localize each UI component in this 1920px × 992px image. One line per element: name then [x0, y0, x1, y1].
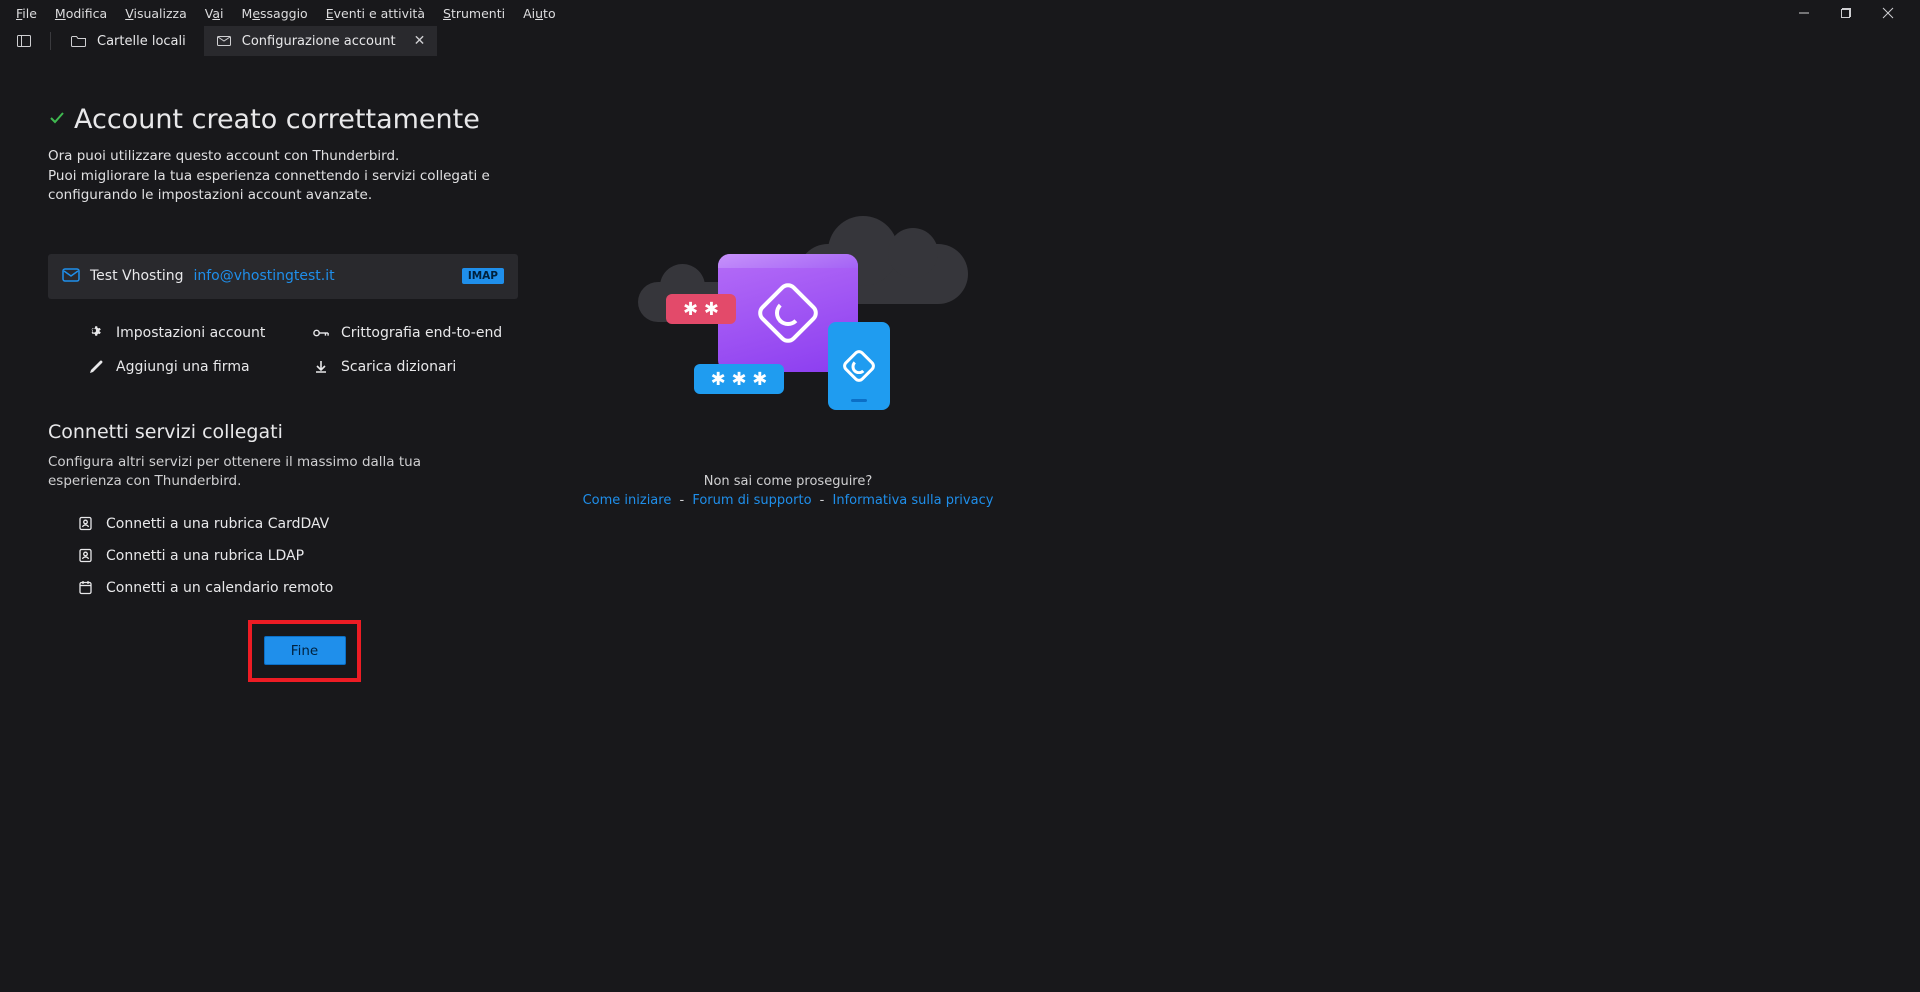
highlight-box: Fine — [248, 620, 361, 682]
menu-tools[interactable]: Strumenti — [435, 3, 513, 24]
close-tab-icon[interactable]: ✕ — [414, 33, 426, 49]
menu-events[interactable]: Eventi e attività — [318, 3, 433, 24]
minimize-button[interactable] — [1794, 3, 1814, 23]
action-label: Crittografia end-to-end — [341, 325, 502, 341]
action-grid: Impostazioni account Crittografia end-to… — [48, 311, 518, 375]
content-area: Account creato correttamente Ora puoi ut… — [0, 56, 1920, 992]
address-book-icon — [78, 548, 94, 564]
menu-edit[interactable]: Modifica — [47, 3, 115, 24]
service-label: Connetti a una rubrica CardDAV — [106, 516, 329, 532]
folder-icon — [71, 33, 87, 49]
tab-strip: Cartelle locali Configurazione account ✕ — [0, 26, 1920, 56]
menu-bar: File Modifica Visualizza Vai Messaggio E… — [0, 0, 1920, 26]
gear-icon — [88, 325, 104, 341]
calendar-icon — [78, 580, 94, 596]
close-window-button[interactable] — [1878, 3, 1898, 23]
connect-carddav[interactable]: Connetti a una rubrica CardDAV — [78, 516, 518, 532]
service-label: Connetti a una rubrica LDAP — [106, 548, 304, 564]
address-book-icon — [78, 516, 94, 532]
services-list: Connetti a una rubrica CardDAV Connetti … — [48, 516, 518, 596]
tab-label: Configurazione account — [242, 34, 396, 49]
right-column: ✱ ✱ ✱ ✱ ✱ Non sai come proseguire? Come … — [578, 104, 998, 992]
getting-started-link[interactable]: Come iniziare — [583, 493, 672, 508]
mail-icon — [62, 267, 80, 286]
service-label: Connetti a un calendario remoto — [106, 580, 333, 596]
help-links: Come iniziare - Forum di supporto - Info… — [579, 493, 998, 508]
tab-local-folders[interactable]: Cartelle locali — [59, 26, 198, 56]
action-label: Aggiungi una firma — [116, 359, 250, 375]
window-controls — [1794, 3, 1912, 23]
connect-calendar[interactable]: Connetti a un calendario remoto — [78, 580, 518, 596]
menu-go[interactable]: Vai — [197, 3, 232, 24]
page-title: Account creato correttamente — [74, 104, 480, 135]
left-column: Account creato correttamente Ora puoi ut… — [48, 104, 518, 992]
account-card: Test Vhosting info@vhostingtest.it IMAP — [48, 254, 518, 299]
support-forum-link[interactable]: Forum di supporto — [692, 493, 811, 508]
protocol-badge: IMAP — [462, 268, 504, 284]
description: Ora puoi utilizzare questo account con T… — [48, 147, 518, 206]
menu-message[interactable]: Messaggio — [234, 3, 316, 24]
mail-settings-icon — [216, 33, 232, 49]
help-question: Non sai come proseguire? — [704, 474, 873, 489]
panel-icon — [16, 33, 32, 49]
separator — [50, 32, 51, 50]
e2e-crypto-action[interactable]: Crittografia end-to-end — [313, 325, 518, 341]
maximize-button[interactable] — [1836, 3, 1856, 23]
account-name: Test Vhosting — [90, 268, 183, 284]
pencil-icon — [88, 359, 104, 375]
services-subtitle: Configura altri servizi per ottenere il … — [48, 453, 428, 492]
download-icon — [313, 359, 329, 375]
connect-ldap[interactable]: Connetti a una rubrica LDAP — [78, 548, 518, 564]
action-label: Impostazioni account — [116, 325, 265, 341]
key-icon — [313, 325, 329, 341]
menu-file[interactable]: File — [8, 3, 45, 24]
finish-button[interactable]: Fine — [264, 636, 346, 665]
check-icon — [48, 109, 66, 131]
download-dictionaries-action[interactable]: Scarica dizionari — [313, 359, 518, 375]
add-signature-action[interactable]: Aggiungi una firma — [88, 359, 293, 375]
spaces-toolbar-button[interactable] — [6, 27, 42, 55]
privacy-link[interactable]: Informativa sulla privacy — [833, 493, 994, 508]
account-settings-action[interactable]: Impostazioni account — [88, 325, 293, 341]
menu-help[interactable]: Aiuto — [515, 3, 564, 24]
services-title: Connetti servizi collegati — [48, 421, 518, 443]
illustration: ✱ ✱ ✱ ✱ ✱ — [628, 214, 948, 434]
menu-view[interactable]: Visualizza — [117, 3, 195, 24]
account-email: info@vhostingtest.it — [193, 268, 334, 284]
tab-label: Cartelle locali — [97, 34, 186, 49]
tab-account-config[interactable]: Configurazione account ✕ — [204, 26, 438, 56]
action-label: Scarica dizionari — [341, 359, 456, 375]
